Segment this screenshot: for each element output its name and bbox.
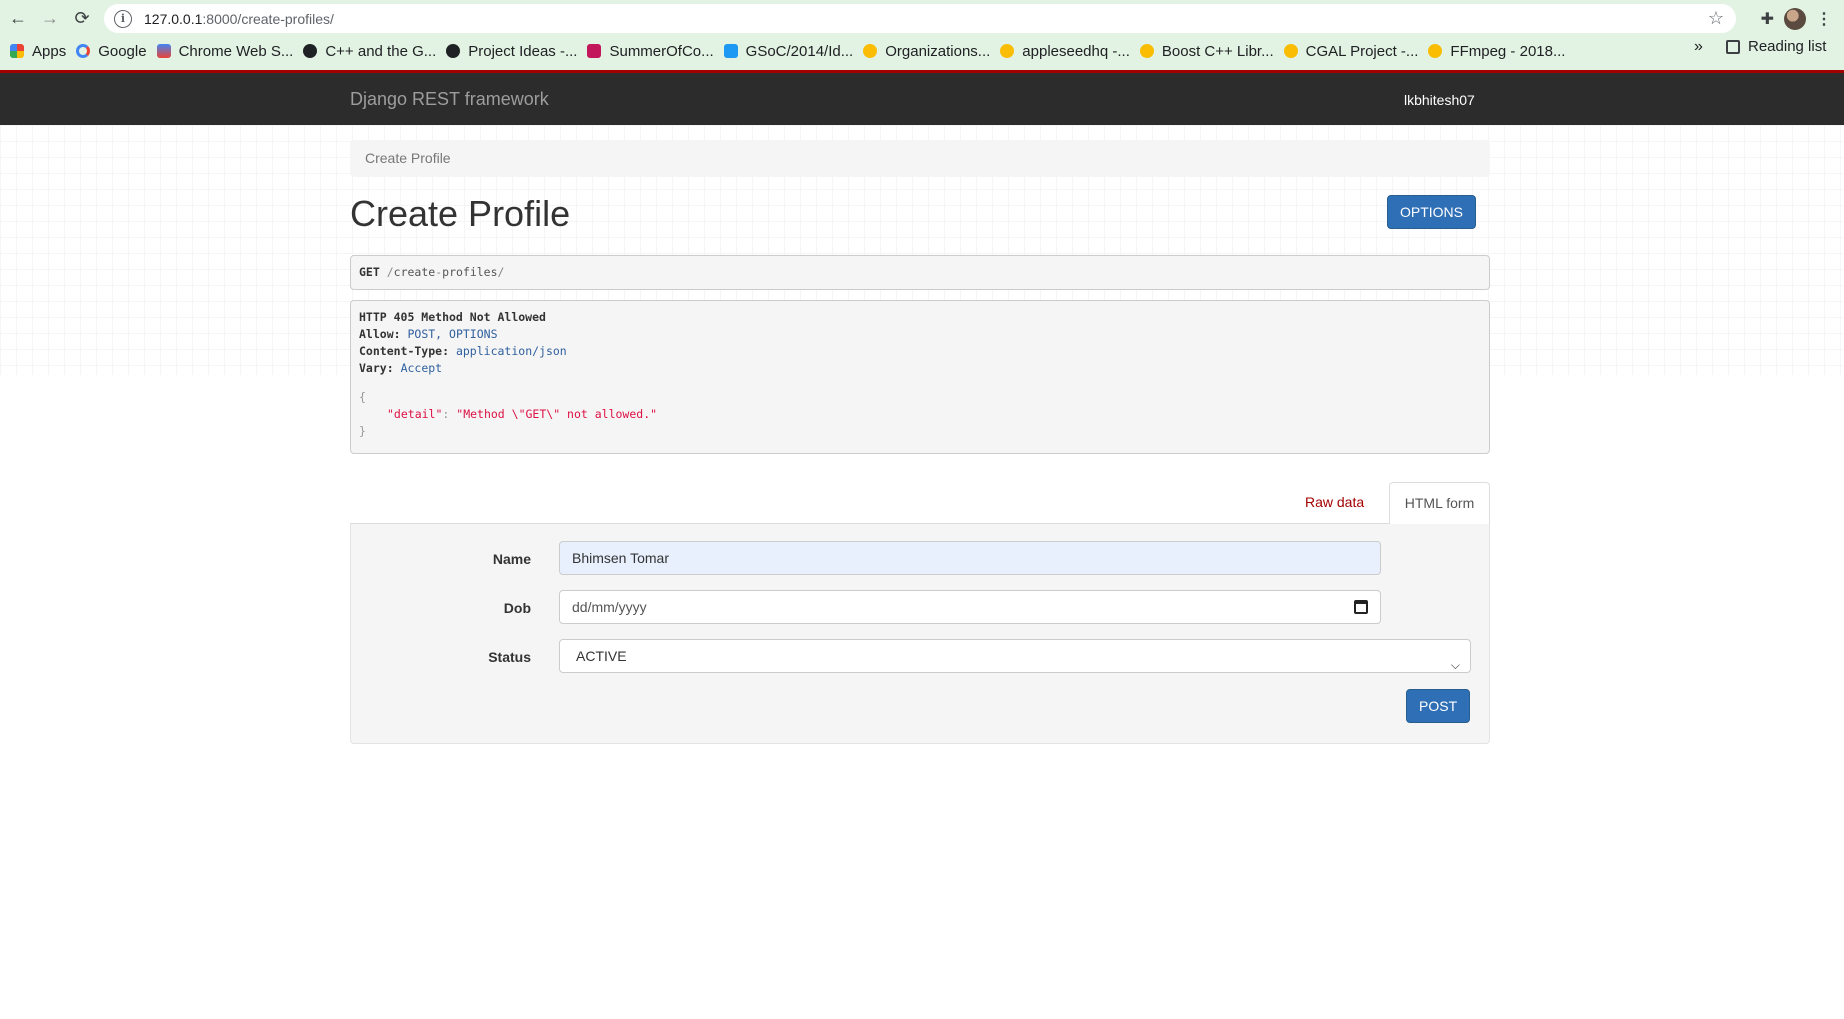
back-icon[interactable]: ← bbox=[2, 2, 34, 34]
json-detail-line: "detail": "Method \"GET\" not allowed." bbox=[387, 407, 658, 421]
calendar-icon[interactable] bbox=[1354, 600, 1368, 614]
bookmark-item[interactable]: Google bbox=[76, 43, 147, 60]
reading-list-icon bbox=[1726, 39, 1740, 54]
bookmark-item[interactable]: Boost C++ Libr... bbox=[1139, 43, 1274, 60]
drf-navbar: Django REST framework lkbhitesh07 bbox=[0, 70, 1844, 125]
bookmark-item[interactable]: Chrome Web S... bbox=[156, 43, 293, 60]
site-icon bbox=[1139, 44, 1154, 58]
response-header-allow: Allow: POST, OPTIONS bbox=[359, 327, 498, 341]
breadcrumb-item: Create Profile bbox=[365, 150, 451, 166]
extensions-icon[interactable]: ✚ bbox=[1761, 9, 1774, 29]
navbar-brand[interactable]: Django REST framework bbox=[350, 89, 549, 110]
dob-placeholder: dd/mm/yyyy bbox=[572, 599, 647, 615]
site-icon bbox=[863, 44, 878, 58]
bookmark-item[interactable]: CGAL Project -... bbox=[1283, 43, 1418, 60]
menu-kebab-icon[interactable]: ⋮ bbox=[1816, 9, 1832, 29]
options-button[interactable]: OPTIONS bbox=[1387, 195, 1477, 229]
response-header-vary: Vary: Accept bbox=[359, 361, 443, 375]
json-close-brace: } bbox=[359, 424, 366, 438]
bookmark-item[interactable]: Apps bbox=[10, 43, 66, 60]
site-info-icon[interactable]: i bbox=[114, 9, 132, 28]
site-icon bbox=[1283, 44, 1298, 58]
site-icon bbox=[1000, 44, 1015, 58]
status-select[interactable]: ACTIVE ⌵ bbox=[559, 639, 1471, 673]
browser-chrome: ← → ⟳ i 127.0.0.1:8000/create-profiles/ … bbox=[0, 0, 1844, 70]
chevron-down-icon: ⌵ bbox=[1450, 658, 1460, 672]
tab-html-form[interactable]: HTML form bbox=[1389, 482, 1490, 525]
status-label: Status bbox=[488, 649, 531, 665]
request-info: GET /create-profiles/ bbox=[350, 255, 1490, 290]
reading-list-button[interactable]: Reading list bbox=[1726, 38, 1826, 55]
page-title: Create Profile bbox=[350, 193, 571, 234]
bookmark-item[interactable]: Project Ideas -... bbox=[446, 43, 577, 60]
google-icon bbox=[76, 44, 91, 58]
breadcrumb: Create Profile bbox=[350, 140, 1490, 177]
profile-avatar[interactable] bbox=[1784, 7, 1806, 30]
site-icon bbox=[1428, 44, 1443, 58]
dob-input[interactable]: dd/mm/yyyy bbox=[559, 590, 1381, 624]
response-status: HTTP 405 Method Not Allowed bbox=[359, 310, 546, 324]
apps-grid-icon bbox=[10, 44, 24, 58]
tab-raw-data[interactable]: Raw data bbox=[1305, 494, 1364, 510]
request-method: GET bbox=[359, 265, 380, 279]
github-icon bbox=[446, 44, 461, 58]
bookmark-item[interactable]: Organizations... bbox=[863, 43, 990, 60]
bookmarks-bar: Apps Google Chrome Web S... C++ and the … bbox=[0, 38, 1844, 64]
response-header-content-type: Content-Type: application/json bbox=[359, 344, 567, 358]
content-tabs: Raw data HTML form bbox=[350, 482, 1490, 525]
kde-icon bbox=[723, 44, 738, 58]
address-bar[interactable]: i 127.0.0.1:8000/create-profiles/ ☆ bbox=[104, 4, 1736, 33]
name-input[interactable]: Bhimsen Tomar bbox=[559, 541, 1381, 575]
name-label: Name bbox=[492, 551, 531, 567]
navbar-user[interactable]: lkbhitesh07 bbox=[1404, 92, 1475, 108]
html-form: Name Bhimsen Tomar Dob dd/mm/yyyy Status… bbox=[350, 524, 1490, 744]
bookmark-star-icon[interactable]: ☆ bbox=[1708, 8, 1724, 29]
bookmark-item[interactable]: GSoC/2014/Id... bbox=[723, 43, 853, 60]
reload-icon[interactable]: ⟳ bbox=[66, 2, 98, 34]
more-bookmarks-chevron-icon[interactable]: » bbox=[1694, 38, 1703, 56]
json-open-brace: { bbox=[359, 390, 366, 404]
url-path: :8000/create-profiles/ bbox=[202, 10, 334, 27]
bookmark-item[interactable]: C++ and the G... bbox=[303, 43, 436, 60]
bookmark-item[interactable]: SummerOfCo... bbox=[587, 43, 714, 60]
toolbar-actions: ✚ ⋮ bbox=[1761, 4, 1844, 33]
dob-label: Dob bbox=[503, 600, 531, 616]
bookmark-item[interactable]: FFmpeg - 2018... bbox=[1428, 43, 1565, 60]
bookmark-item[interactable]: appleseedhq -... bbox=[1000, 43, 1130, 60]
forward-icon[interactable]: → bbox=[34, 2, 66, 34]
url-host: 127.0.0.1 bbox=[144, 10, 203, 27]
site-icon bbox=[303, 44, 318, 58]
request-path: /create-profiles/ bbox=[386, 265, 505, 279]
chrome-web-store-icon bbox=[156, 44, 171, 58]
response-info: HTTP 405 Method Not Allowed Allow: POST,… bbox=[350, 300, 1490, 454]
post-button[interactable]: POST bbox=[1406, 689, 1471, 723]
status-selected-value: ACTIVE bbox=[576, 648, 627, 664]
gsoc-icon bbox=[587, 44, 602, 58]
